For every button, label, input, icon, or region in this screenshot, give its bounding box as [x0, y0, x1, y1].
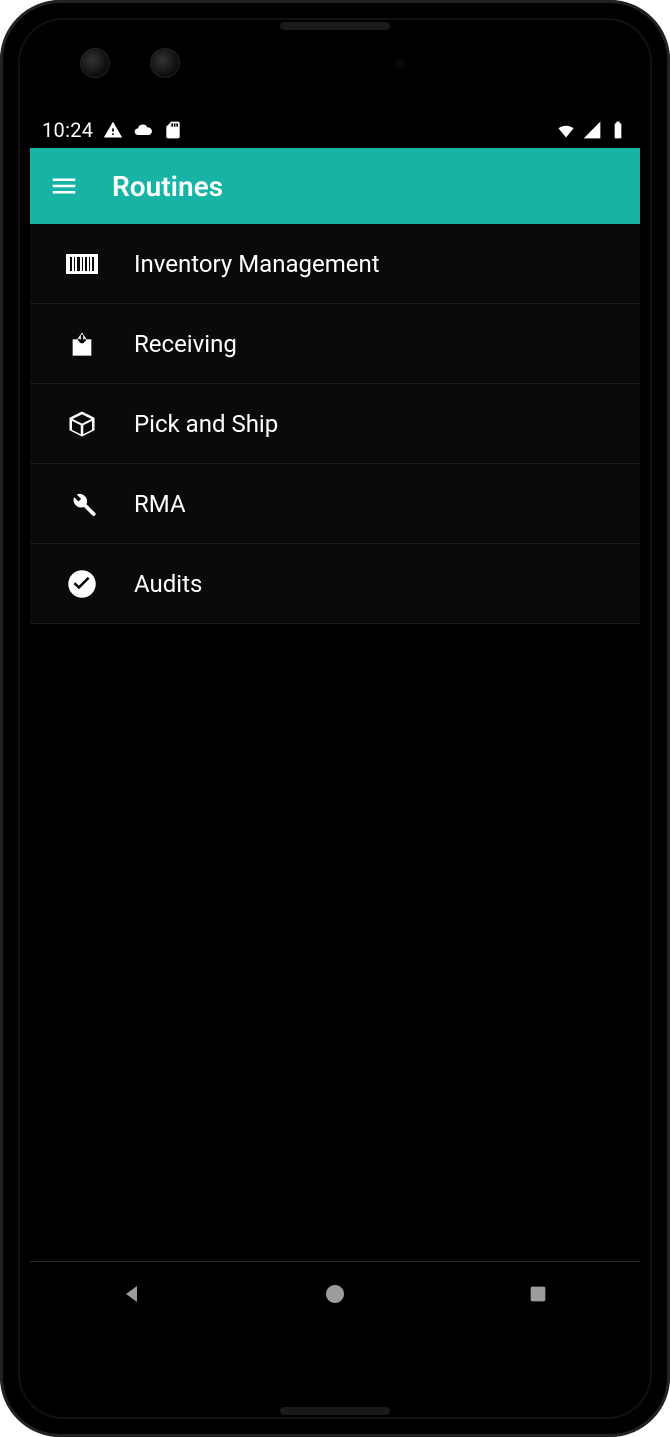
- list-item-pick-and-ship[interactable]: Pick and Ship: [30, 384, 640, 464]
- hamburger-button[interactable]: [44, 166, 84, 206]
- device-inner: 10:24: [18, 18, 652, 1419]
- square-recent-icon: [527, 1283, 549, 1305]
- list-item-label: Audits: [134, 570, 202, 598]
- list-item-audits[interactable]: Audits: [30, 544, 640, 624]
- circle-home-icon: [323, 1282, 347, 1306]
- app-bar: Routines: [30, 148, 640, 224]
- cube-icon: [66, 408, 98, 440]
- list-item-receiving[interactable]: Receiving: [30, 304, 640, 384]
- screen: 10:24: [30, 112, 640, 1325]
- nav-home-button[interactable]: [295, 1274, 375, 1314]
- system-nav-bar: [30, 1261, 640, 1325]
- sd-card-icon: [163, 120, 183, 140]
- front-camera-2: [150, 48, 180, 78]
- status-right: [556, 120, 628, 140]
- nav-back-button[interactable]: [92, 1274, 172, 1314]
- list-item-label: Inventory Management: [134, 250, 380, 278]
- nav-recent-button[interactable]: [498, 1274, 578, 1314]
- front-camera-1: [80, 48, 110, 78]
- hamburger-icon: [49, 171, 79, 201]
- wifi-icon: [556, 120, 576, 140]
- status-left: 10:24: [42, 118, 183, 142]
- check-circle-icon: [66, 568, 98, 600]
- warning-icon: [103, 120, 123, 140]
- list-item-label: Receiving: [134, 330, 237, 358]
- barcode-icon: [66, 248, 98, 280]
- status-time: 10:24: [42, 118, 93, 142]
- list-item-inventory-management[interactable]: Inventory Management: [30, 224, 640, 304]
- list-item-label: Pick and Ship: [134, 410, 278, 438]
- app-title: Routines: [112, 170, 223, 203]
- cloud-icon: [133, 120, 153, 140]
- device-frame: 10:24: [0, 0, 670, 1437]
- list-item-rma[interactable]: RMA: [30, 464, 640, 544]
- list-item-label: RMA: [134, 490, 186, 518]
- battery-icon: [608, 120, 628, 140]
- download-box-icon: [66, 328, 98, 360]
- wrench-icon: [66, 488, 98, 520]
- speaker-bottom: [280, 1407, 390, 1415]
- proximity-sensor: [395, 58, 405, 68]
- cell-signal-icon: [582, 120, 602, 140]
- triangle-back-icon: [120, 1282, 144, 1306]
- speaker-top: [280, 22, 390, 30]
- status-bar: 10:24: [30, 112, 640, 148]
- routine-list: Inventory Management Receiving Pick and …: [30, 224, 640, 624]
